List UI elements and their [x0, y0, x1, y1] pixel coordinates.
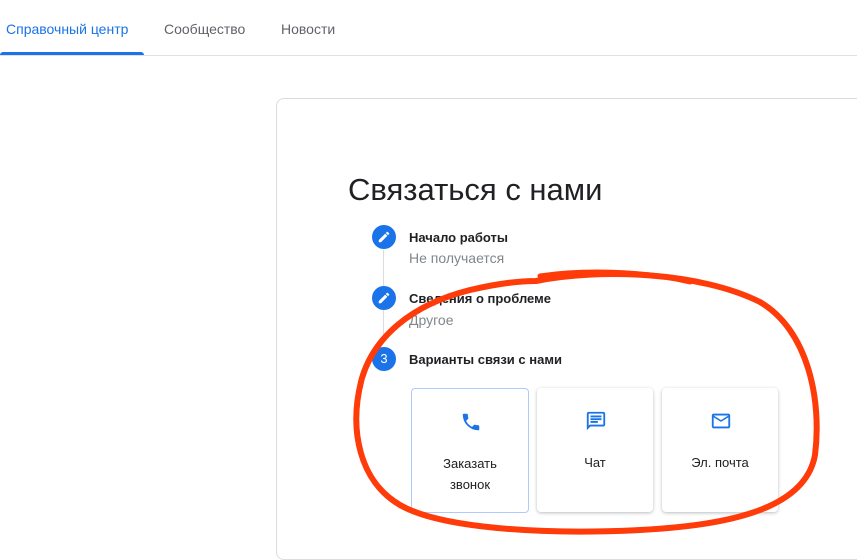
step-2-title: Сведения о проблеме — [409, 291, 551, 306]
email-option-button[interactable]: Эл. почта — [662, 388, 778, 512]
step-3-title: Варианты связи с нами — [409, 352, 562, 367]
step-3-number-badge: 3 — [372, 347, 396, 371]
active-tab-indicator — [0, 52, 144, 55]
tab-community[interactable]: Сообщество — [164, 0, 245, 55]
chat-option-label: Чат — [584, 455, 606, 470]
tab-news[interactable]: Новости — [281, 0, 335, 55]
top-navigation: Справочный центр Сообщество Новости — [0, 0, 857, 56]
page-title: Связаться с нами — [348, 172, 603, 207]
email-option-label: Эл. почта — [691, 455, 749, 470]
chat-option-button[interactable]: Чат — [537, 388, 653, 512]
phone-icon — [462, 413, 480, 431]
step-1-edit-button[interactable] — [372, 225, 396, 249]
step-2-edit-button[interactable] — [372, 286, 396, 310]
pencil-icon — [378, 292, 390, 304]
tab-help-center[interactable]: Справочный центр — [6, 0, 128, 55]
pencil-icon — [378, 231, 390, 243]
email-icon — [711, 413, 731, 429]
step-2-value: Другое — [409, 312, 454, 328]
step-1-value: Не получается — [409, 250, 505, 266]
callback-option-button[interactable]: Заказать звонок — [411, 388, 529, 513]
callback-option-label: Заказать звонок — [443, 456, 497, 492]
chat-icon — [586, 411, 606, 431]
step-1-title: Начало работы — [409, 230, 508, 245]
